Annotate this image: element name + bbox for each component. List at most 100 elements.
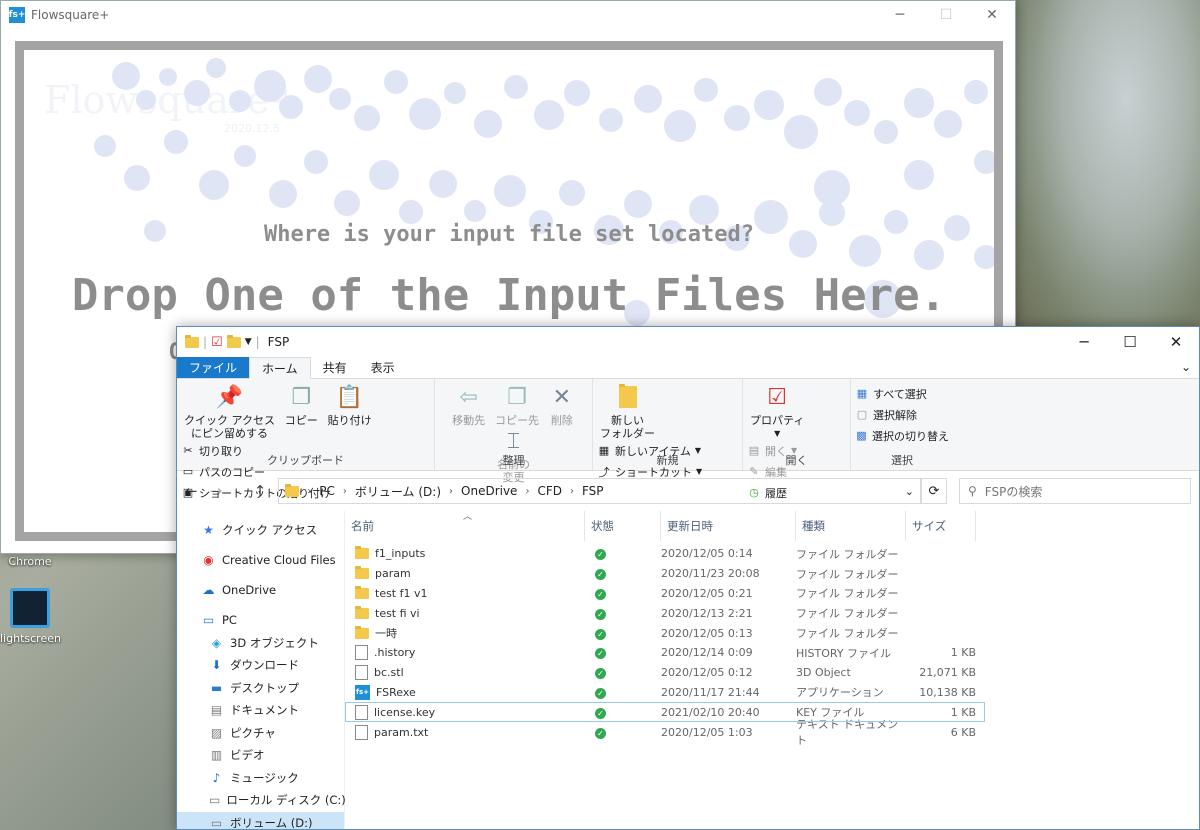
bubble-decoration xyxy=(904,88,934,118)
bubble-decoration xyxy=(184,80,210,106)
tab-view[interactable]: 表示 xyxy=(359,357,407,378)
customize-dropdown[interactable]: ▼ xyxy=(245,337,252,347)
bubble-decoration xyxy=(814,170,850,206)
close-button[interactable]: ✕ xyxy=(969,1,1015,29)
bubble-decoration xyxy=(112,62,140,90)
document-icon: ▤ xyxy=(210,703,223,718)
select-none-icon: ▢ xyxy=(856,408,868,421)
nav-item-pc[interactable]: ▭ PC xyxy=(177,609,344,632)
nav-item-videos[interactable]: ▥ ビデオ xyxy=(177,744,344,767)
tab-file[interactable]: ファイル xyxy=(177,357,250,378)
bubble-decoration xyxy=(664,110,696,142)
search-input[interactable]: ⚲ FSPの検索 xyxy=(959,478,1191,504)
new-folder-button[interactable]: 新しい フォルダー xyxy=(597,383,658,440)
file-row[interactable]: fs+ FSRexe ✓ 2020/11/17 21:44 アプリケーション 10,138… xyxy=(345,683,1199,703)
nav-label: ピクチャ xyxy=(230,725,276,740)
minimize-button[interactable]: ─ xyxy=(1061,327,1107,357)
copy-to-button[interactable]: ❐ コピー先 xyxy=(492,383,542,427)
column-header-date[interactable]: 更新日時 xyxy=(661,511,796,541)
sync-check-icon: ✓ xyxy=(595,668,606,680)
title-bar: | ☑ ▼ | FSP xyxy=(177,327,1199,357)
nav-item-volume-d[interactable]: ▭ ボリューム (D:) xyxy=(177,811,344,830)
file-name: param.txt xyxy=(374,725,429,739)
nav-item-local-disk-c[interactable]: ▭ ローカル ディスク (C:) xyxy=(177,789,346,812)
file-row[interactable]: bc.stl ✓ 2020/12/05 0:12 3D Object 21,071 KB xyxy=(345,663,1199,683)
nav-item-music[interactable]: ♪ ミュージック xyxy=(177,767,344,790)
nav-item-documents[interactable]: ▤ ドキュメント xyxy=(177,699,344,722)
new-folder-icon[interactable] xyxy=(226,334,241,348)
column-headers: ︿ 名前 状態 更新日時 種類 サイズ xyxy=(345,511,1199,541)
bubble-decoration xyxy=(94,135,116,157)
bubble-decoration xyxy=(399,200,423,224)
cube-icon: ◈ xyxy=(211,635,222,650)
bubble-decoration xyxy=(444,82,466,104)
chevron-down-icon[interactable]: ⌄ xyxy=(1181,360,1191,374)
column-header-size[interactable]: サイズ xyxy=(906,511,976,541)
properties-button[interactable]: ☑ プロパティ ▼ xyxy=(747,383,807,440)
breadcrumb-onedrive[interactable]: OneDrive xyxy=(461,484,517,498)
group-select: ▦ すべて選択 ▢ 選択解除 ▩ 選択の切り替え 選択 xyxy=(851,379,953,470)
file-row[interactable]: param.txt ✓ 2020/12/05 1:03 テキスト ドキュメント 6 KB xyxy=(345,718,1199,747)
tab-share[interactable]: 共有 xyxy=(311,357,359,378)
nav-item-3d-objects[interactable]: ◈ 3D オブジェクト xyxy=(177,632,344,655)
nav-item-desktop[interactable]: ▬ デスクトップ xyxy=(177,677,344,700)
bubble-decoration xyxy=(304,150,328,174)
invert-selection-button[interactable]: ▩ 選択の切り替え xyxy=(855,425,949,446)
nav-item-downloads[interactable]: ⬇ ダウンロード xyxy=(177,654,344,677)
refresh-button[interactable]: ⟳ xyxy=(921,478,947,504)
chevron-right-icon: › xyxy=(569,485,574,497)
copy-to-icon: ❐ xyxy=(507,384,527,410)
file-name: test f1 v1 xyxy=(375,586,428,600)
file-row[interactable]: f1_inputs ✓ 2020/12/05 0:14 ファイル フォルダー xyxy=(345,544,1199,564)
chevron-down-icon[interactable]: ⌄ xyxy=(905,485,914,498)
bubble-decoration xyxy=(429,170,457,198)
breadcrumb-volume[interactable]: ボリューム (D:) xyxy=(355,483,441,500)
copy-button[interactable]: ❐ コピー xyxy=(282,383,321,427)
file-type: HISTORY ファイル xyxy=(796,646,892,660)
delete-button[interactable]: ✕ 削除 xyxy=(546,383,578,427)
maximize-button[interactable]: ☐ xyxy=(923,1,969,29)
nav-item-pictures[interactable]: ▨ ピクチャ xyxy=(177,722,344,745)
file-date: 2020/12/13 2:21 xyxy=(661,606,753,620)
address-bar[interactable]: › PC › ボリューム (D:) › OneDrive › CFD › FSP… xyxy=(278,478,921,504)
tab-home[interactable]: ホーム xyxy=(249,357,311,379)
nav-item-creative-cloud[interactable]: ◉ Creative Cloud Files xyxy=(177,549,344,572)
folder-icon xyxy=(355,585,369,599)
column-header-status[interactable]: 状態 xyxy=(585,511,661,541)
properties-icon[interactable]: ☑ xyxy=(211,335,223,350)
nav-item-quick-access[interactable]: ★ クイック アクセス xyxy=(177,519,344,542)
file-type: ファイル フォルダー xyxy=(796,567,899,581)
close-button[interactable]: ✕ xyxy=(1153,327,1199,357)
breadcrumb-pc[interactable]: PC xyxy=(319,484,335,498)
group-label: 開く xyxy=(785,454,808,467)
invert-selection-icon: ▩ xyxy=(856,429,867,442)
minimize-button[interactable]: ─ xyxy=(877,1,923,29)
select-none-button[interactable]: ▢ 選択解除 xyxy=(855,404,949,425)
file-row[interactable]: 一時 ✓ 2020/12/05 0:13 ファイル フォルダー xyxy=(345,623,1199,643)
desktop-icon-lightscreen[interactable]: lightscreen xyxy=(0,588,61,645)
drive-icon: ▭ xyxy=(210,815,223,830)
breadcrumb-cfd[interactable]: CFD xyxy=(537,484,562,498)
desktop-icon-label: Chrome xyxy=(8,555,52,568)
nav-item-onedrive[interactable]: ☁ OneDrive xyxy=(177,579,344,602)
select-all-button[interactable]: ▦ すべて選択 xyxy=(855,383,949,404)
bubble-decoration xyxy=(559,180,585,206)
group-organize: ⇦ 移動先 ❐ コピー先 ✕ 削除 ⌶ 名前の 変更 整理 xyxy=(435,379,593,484)
chevron-right-icon: › xyxy=(307,485,312,497)
breadcrumb-fsp[interactable]: FSP xyxy=(582,484,604,498)
chevron-right-icon: › xyxy=(449,485,454,497)
flowsquare-logo-icon: fs+ xyxy=(9,7,25,23)
file-type: アプリケーション xyxy=(796,686,884,700)
column-header-type[interactable]: 種類 xyxy=(796,511,906,541)
pin-quick-access-button[interactable]: 📌 クイック アクセス にピン留めする xyxy=(181,383,278,440)
file-row[interactable]: .history ✓ 2020/12/14 0:09 HISTORY ファイル 1 KB xyxy=(345,643,1199,663)
file-row[interactable]: test f1 v1 ✓ 2020/12/05 0:21 ファイル フォルダー xyxy=(345,584,1199,604)
maximize-button[interactable]: ☐ xyxy=(1107,327,1153,357)
move-to-button[interactable]: ⇦ 移動先 xyxy=(449,383,488,427)
desktop-icon-chrome[interactable]: Chrome xyxy=(0,555,60,568)
file-row[interactable]: param ✓ 2020/11/23 20:08 ファイル フォルダー xyxy=(345,564,1199,584)
paste-button[interactable]: 📋 貼り付け xyxy=(325,383,375,427)
button-label: プロパティ xyxy=(750,414,805,427)
sync-check-icon: ✓ xyxy=(595,628,606,640)
file-row[interactable]: test fi vi ✓ 2020/12/13 2:21 ファイル フォルダー xyxy=(345,603,1199,623)
